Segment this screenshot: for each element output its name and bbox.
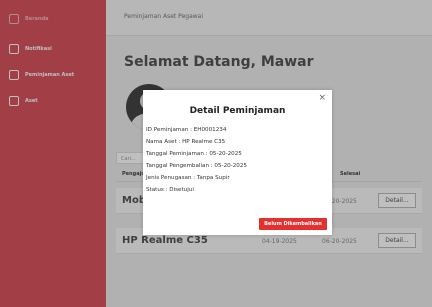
- close-icon[interactable]: ×: [318, 93, 326, 103]
- detail-line: Nama Aset : HP Realme C35: [146, 139, 226, 145]
- detail-line: Tanggal Pengembalian : 05-20-2025: [146, 163, 247, 169]
- detail-line: Jenis Penugasan : Tanpa Supir: [146, 175, 230, 181]
- detail-line: Status : Disetujui: [146, 187, 194, 193]
- detail-line: ID Peminjaman : EH0001234: [146, 127, 227, 133]
- modal-title: Detail Peminjaman: [189, 106, 286, 116]
- detail-modal: × Detail Peminjaman ID Peminjaman : EH00…: [143, 90, 332, 235]
- detail-line: Tanggal Peminjaman : 05-20-2025: [146, 151, 242, 157]
- status-return-button[interactable]: Belum Dikembalikan: [259, 218, 327, 230]
